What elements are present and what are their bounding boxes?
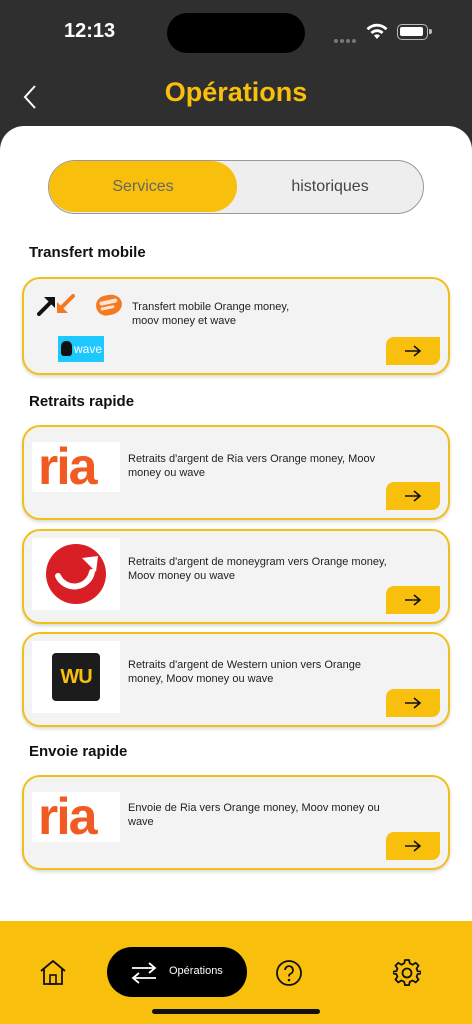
moneygram-withdraw-arrow-button[interactable] (386, 586, 440, 614)
status-time: 12:13 (64, 20, 116, 42)
wave-logo: wave (58, 336, 104, 362)
arrow-right-icon (405, 594, 422, 606)
gear-icon[interactable] (393, 959, 421, 987)
tab-operations-label: Opérations (169, 965, 223, 977)
bottom-tab-bar: Opérations (0, 921, 472, 1024)
battery-icon (397, 24, 432, 40)
arrow-right-icon (405, 840, 422, 852)
home-icon[interactable] (38, 958, 68, 986)
arrow-right-icon (405, 490, 422, 502)
western-union-withdraw-text: Retraits d'argent de Western union vers … (128, 659, 362, 685)
page-title: Opérations (164, 77, 308, 107)
ria-logo: ria (32, 788, 120, 846)
section-title-send: Envoie rapide (29, 743, 128, 760)
ria-send-text: Envoie de Ria vers Orange money, Moov mo… (128, 802, 380, 828)
ria-withdraw-text: Retraits d'argent de Ria vers Orange mon… (128, 453, 376, 479)
help-icon[interactable] (275, 959, 303, 987)
dynamic-island (167, 13, 305, 53)
penguin-icon (61, 341, 72, 356)
ria-send-card[interactable]: ria Envoie de Ria vers Orange money, Moo… (22, 775, 450, 870)
transfer-arrows-icon (131, 962, 157, 984)
segmented-control: Services historiques (48, 160, 424, 214)
transfer-mobile-card[interactable]: wave Transfert mobile Orange money, moov… (22, 277, 450, 375)
home-indicator (152, 1009, 320, 1014)
transfer-card-text: Transfert mobile Orange money, moov mone… (132, 301, 290, 327)
ria-withdraw-card[interactable]: ria Retraits d'argent de Ria vers Orange… (22, 425, 450, 520)
status-bar: 12:13 (0, 0, 472, 62)
moneygram-withdraw-card[interactable]: Retraits d'argent de moneygram vers Oran… (22, 529, 450, 624)
wave-logo-text: wave (74, 342, 103, 356)
western-union-logo: WU (32, 641, 120, 713)
section-title-transfer: Transfert mobile (29, 244, 146, 261)
western-union-withdraw-arrow-button[interactable] (386, 689, 440, 717)
ria-withdraw-arrow-button[interactable] (386, 482, 440, 510)
orange-money-logo (37, 294, 75, 316)
moov-money-logo (94, 292, 124, 318)
main-content: Services historiques Transfert mobile wa… (0, 126, 472, 926)
transfer-arrow-button[interactable] (386, 337, 440, 365)
arrow-right-icon (405, 345, 422, 357)
ria-send-arrow-button[interactable] (386, 832, 440, 860)
tab-historiques[interactable]: historiques (237, 161, 423, 212)
moneygram-withdraw-text: Retraits d'argent de moneygram vers Oran… (128, 556, 387, 582)
tab-services[interactable]: Services (49, 161, 237, 212)
wifi-icon (366, 23, 388, 39)
arrow-right-icon (405, 697, 422, 709)
header: Opérations (0, 62, 472, 132)
section-title-withdraw: Retraits rapide (29, 393, 135, 410)
ria-logo: ria (32, 438, 120, 496)
western-union-withdraw-card[interactable]: WU Retraits d'argent de Western union ve… (22, 632, 450, 727)
cellular-icon (334, 30, 358, 43)
moneygram-logo (32, 538, 120, 610)
tab-operations[interactable]: Opérations (107, 947, 247, 997)
